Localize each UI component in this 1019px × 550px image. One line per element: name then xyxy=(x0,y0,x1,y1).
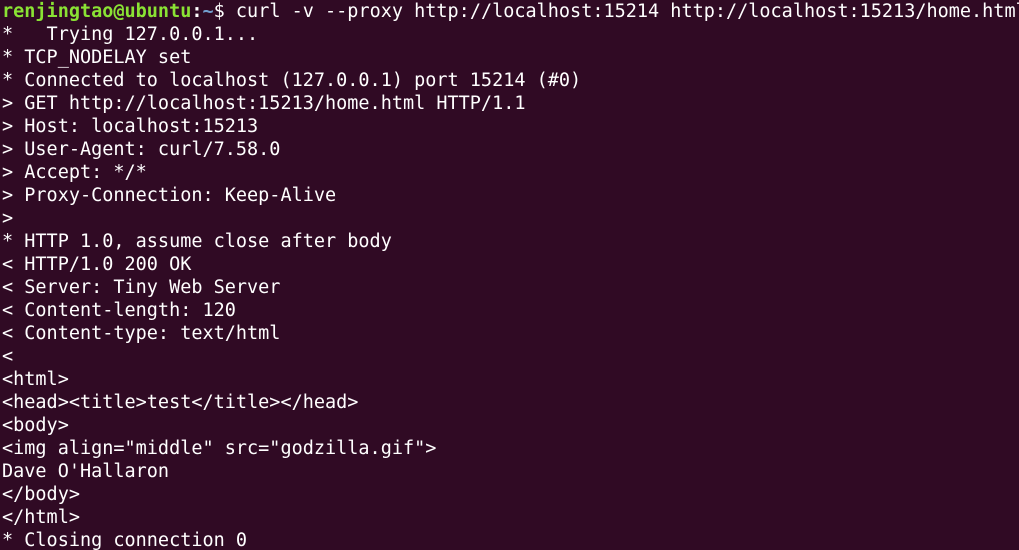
output-line: * Connected to localhost (127.0.0.1) por… xyxy=(2,70,582,91)
output-line: < xyxy=(2,346,14,367)
output-line: * HTTP 1.0, assume close after body xyxy=(2,231,392,252)
output-line: <html> xyxy=(2,369,69,390)
command-text: curl -v --proxy http://localhost:15214 h… xyxy=(235,1,1019,22)
output-line: < Content-length: 120 xyxy=(2,300,236,321)
output-line: > Accept: */* xyxy=(2,162,147,183)
output-line: <img align="middle" src="godzilla.gif"> xyxy=(2,438,437,459)
output-line: > xyxy=(2,208,14,229)
output-line: * Closing connection 0 xyxy=(2,530,248,550)
prompt-separator: : xyxy=(191,1,203,22)
terminal-window[interactable]: renjingtao@ubuntu:~$ curl -v --proxy htt… xyxy=(0,0,1019,550)
output-line: <head><title>test</title></head> xyxy=(2,392,359,413)
output-line: Dave O'Hallaron xyxy=(2,461,170,482)
output-line: <body> xyxy=(2,415,69,436)
output-line: < Server: Tiny Web Server xyxy=(2,277,281,298)
output-line: </body> xyxy=(2,484,80,505)
output-line: * Trying 127.0.0.1... xyxy=(2,24,259,45)
output-line: > User-Agent: curl/7.58.0 xyxy=(2,139,281,160)
prompt-user-host: renjingtao@ubuntu xyxy=(2,1,192,22)
output-line: * TCP_NODELAY set xyxy=(2,47,192,68)
prompt-path: ~ xyxy=(202,1,214,22)
prompt-line: renjingtao@ubuntu:~$ curl -v --proxy htt… xyxy=(2,0,1019,23)
prompt-symbol: $ xyxy=(213,1,236,22)
output-line: > Proxy-Connection: Keep-Alive xyxy=(2,185,337,206)
output-line: > GET http://localhost:15213/home.html H… xyxy=(2,93,526,114)
output-line: < HTTP/1.0 200 OK xyxy=(2,254,192,275)
output-line: > Host: localhost:15213 xyxy=(2,116,259,137)
output-line: < Content-type: text/html xyxy=(2,323,281,344)
output-line: </html> xyxy=(2,507,80,528)
